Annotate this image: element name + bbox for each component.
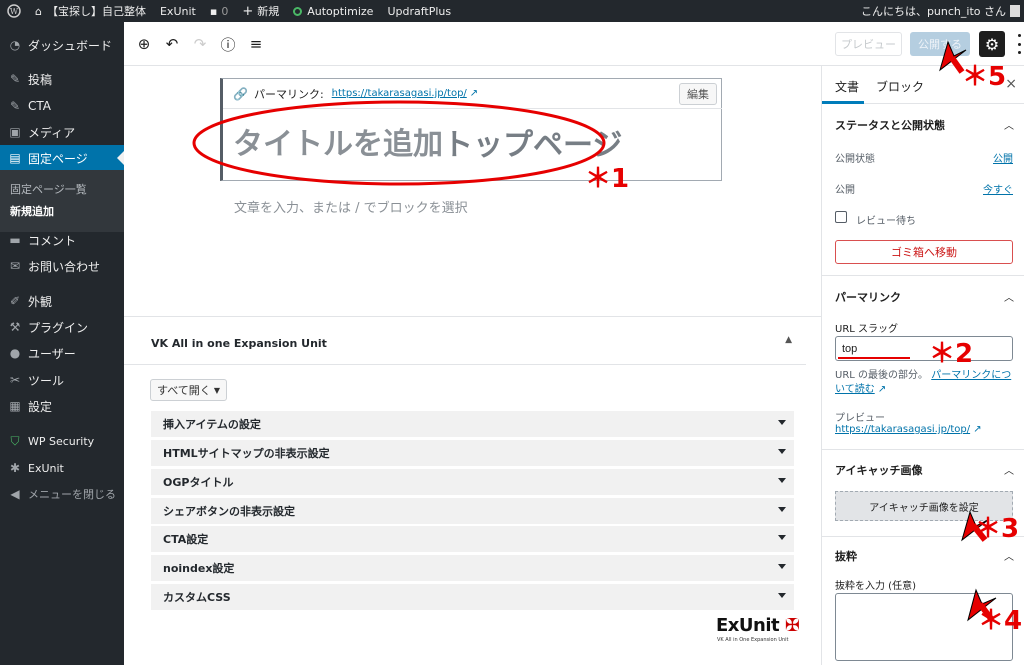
- annotation-2: ＊2: [929, 339, 974, 369]
- annotation-4: ＊4: [978, 606, 1023, 636]
- annotation-overlay: [192, 40, 997, 622]
- annotation-3: ＊3: [975, 514, 1020, 544]
- annotation-1: ＊1: [585, 164, 630, 194]
- arrow-5-shaft: [949, 56, 965, 74]
- annotation-5: ＊5: [962, 62, 1007, 92]
- title-highlight-ellipse: [192, 100, 606, 186]
